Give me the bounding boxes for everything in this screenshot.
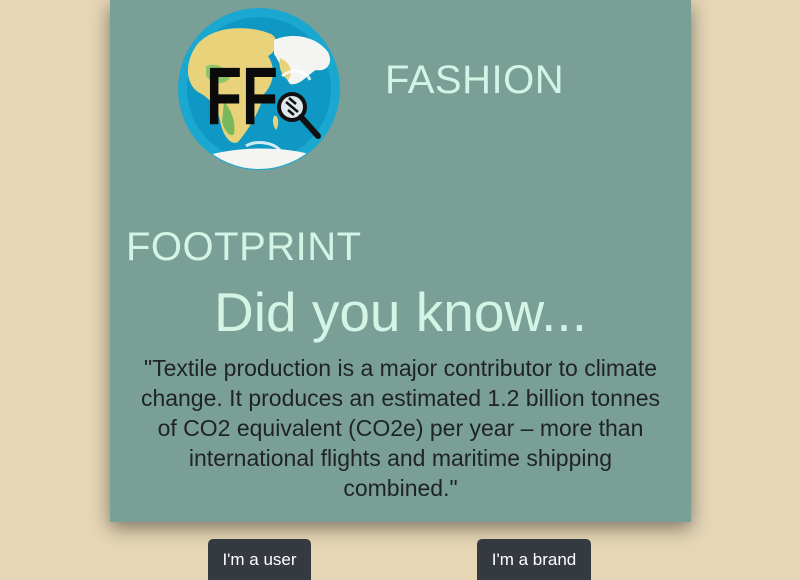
fact-heading: Did you know... xyxy=(214,281,587,343)
brand-title-footprint: FOOTPRINT xyxy=(126,225,362,269)
brand-button[interactable]: I'm a brand xyxy=(477,539,591,580)
hero-card: FF FASHION FOOTPRINT Did you know... "Te… xyxy=(110,0,691,522)
logo-letters: FF xyxy=(206,51,278,142)
brand-title-fashion: FASHION xyxy=(385,58,565,102)
globe-logo-icon: FF xyxy=(178,8,340,170)
fact-text: "Textile production is a major contribut… xyxy=(140,355,661,501)
user-button[interactable]: I'm a user xyxy=(208,539,311,580)
